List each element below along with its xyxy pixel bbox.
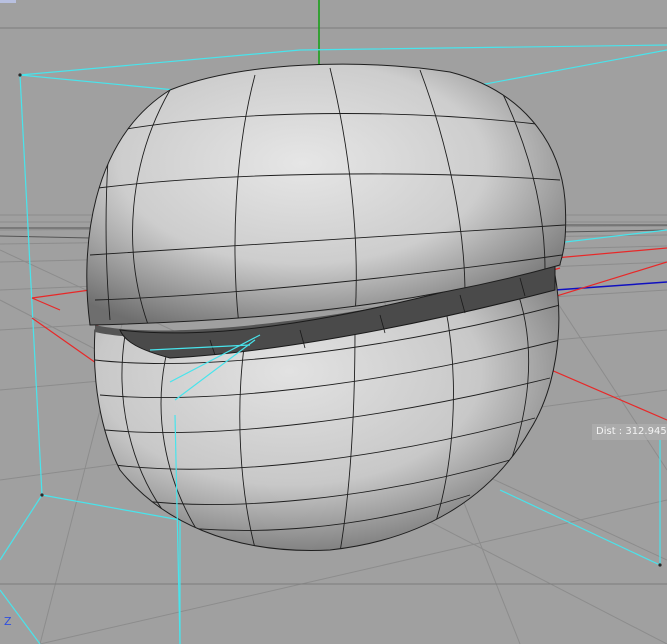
distance-readout: Dist : 312.945 [592, 424, 667, 440]
x-axis-line [554, 281, 667, 291]
viewport-corner-marker [0, 0, 16, 3]
axis-z-label: Z [4, 615, 12, 628]
viewport-scene[interactable] [0, 0, 667, 644]
3d-viewport[interactable]: Dist : 312.945 Z [0, 0, 667, 644]
